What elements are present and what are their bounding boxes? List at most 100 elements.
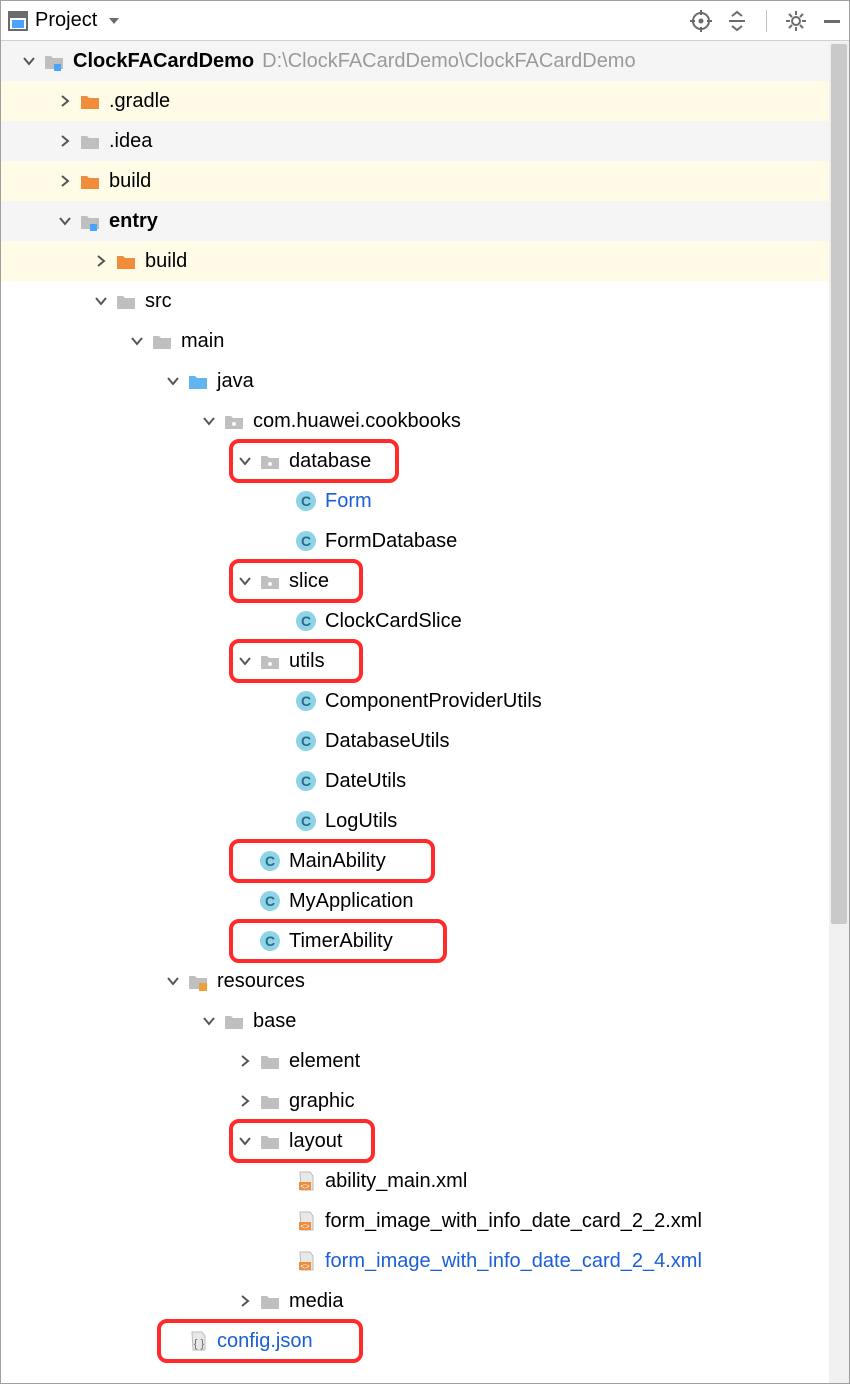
chevron-down-icon[interactable]: [235, 571, 255, 591]
scrollbar-track[interactable]: [829, 42, 849, 1383]
folder-orange-icon: [79, 90, 101, 112]
project-tree[interactable]: ClockFACardDemoD:\ClockFACardDemo\ClockF…: [1, 41, 849, 1383]
folder-grey-icon: [223, 1010, 245, 1032]
minimize-icon[interactable]: [821, 10, 843, 32]
chevron-down-icon[interactable]: [199, 411, 219, 431]
svg-text:C: C: [301, 693, 311, 709]
tree-row[interactable]: CLogUtils: [1, 801, 849, 841]
dropdown-chevron-icon[interactable]: [103, 10, 125, 32]
tree-row[interactable]: entry: [1, 201, 849, 241]
tree-row[interactable]: main: [1, 321, 849, 361]
tree-row[interactable]: CComponentProviderUtils: [1, 681, 849, 721]
tree-row[interactable]: CClockCardSlice: [1, 601, 849, 641]
tree-item-label: build: [109, 170, 151, 193]
chevron-down-icon[interactable]: [235, 651, 255, 671]
tree-item-label: ability_main.xml: [325, 1170, 467, 1193]
tree-row[interactable]: layout: [1, 1121, 849, 1161]
svg-text:<>: <>: [300, 1182, 310, 1191]
chevron-down-icon[interactable]: [127, 331, 147, 351]
tree-row[interactable]: CForm: [1, 481, 849, 521]
tree-row[interactable]: ClockFACardDemoD:\ClockFACardDemo\ClockF…: [1, 41, 849, 81]
project-icon: [7, 10, 29, 32]
chevron-right-icon[interactable]: [235, 1291, 255, 1311]
gear-icon[interactable]: [785, 10, 807, 32]
svg-text:C: C: [301, 613, 311, 629]
folder-grey-icon: [79, 130, 101, 152]
chevron-right-icon[interactable]: [55, 91, 75, 111]
chevron-down-icon[interactable]: [19, 51, 39, 71]
tree-row[interactable]: base: [1, 1001, 849, 1041]
tree-row[interactable]: resources: [1, 961, 849, 1001]
tree-row[interactable]: slice: [1, 561, 849, 601]
tree-row[interactable]: <>form_image_with_info_date_card_2_2.xml: [1, 1201, 849, 1241]
tree-item-label: form_image_with_info_date_card_2_4.xml: [325, 1250, 702, 1273]
project-panel: Project ClockFACardDemoD:\ClockFACardDem…: [0, 0, 850, 1384]
class-c-icon: C: [259, 890, 281, 912]
tree-row[interactable]: .idea: [1, 121, 849, 161]
chevron-down-icon[interactable]: [163, 371, 183, 391]
chevron-right-icon[interactable]: [235, 1051, 255, 1071]
tree-item-label: DatabaseUtils: [325, 730, 450, 753]
tree-row[interactable]: <> ability_main.xml: [1, 1161, 849, 1201]
panel-header-right: [690, 10, 843, 32]
chevron-right-icon[interactable]: [55, 171, 75, 191]
tree-row[interactable]: java: [1, 361, 849, 401]
tree-item-label: MainAbility: [289, 850, 386, 873]
folder-orange-icon: [79, 170, 101, 192]
tree-item-label: layout: [289, 1130, 342, 1153]
tree-item-label: slice: [289, 570, 329, 593]
chevron-down-icon[interactable]: [235, 1131, 255, 1151]
collapse-all-icon[interactable]: [726, 10, 748, 32]
tree-row[interactable]: src: [1, 281, 849, 321]
tree-row[interactable]: <> form_image_with_info_date_card_2_4.xml: [1, 1241, 849, 1281]
svg-text:C: C: [265, 853, 275, 869]
chevron-right-icon[interactable]: [235, 1091, 255, 1111]
tree-row[interactable]: CTimerAbility: [1, 921, 849, 961]
scrollbar-thumb[interactable]: [831, 44, 847, 924]
tree-row[interactable]: .gradle: [1, 81, 849, 121]
folder-res-icon: [187, 970, 209, 992]
panel-header-left: Project: [7, 9, 690, 32]
svg-text:C: C: [301, 493, 311, 509]
tree-row[interactable]: CMyApplication: [1, 881, 849, 921]
folder-grey-icon: [259, 1290, 281, 1312]
tree-item-label: graphic: [289, 1090, 355, 1113]
folder-orange-icon: [115, 250, 137, 272]
tree-item-label: java: [217, 370, 254, 393]
xml-file-icon: <>: [295, 1170, 317, 1192]
tree-row[interactable]: graphic: [1, 1081, 849, 1121]
module-blue-icon: [43, 50, 65, 72]
chevron-down-icon[interactable]: [163, 971, 183, 991]
tree-row[interactable]: com.huawei.cookbooks: [1, 401, 849, 441]
tree-row[interactable]: media: [1, 1281, 849, 1321]
chevron-right-icon[interactable]: [91, 251, 111, 271]
chevron-down-icon[interactable]: [91, 291, 111, 311]
tree-row[interactable]: utils: [1, 641, 849, 681]
tree-row[interactable]: CFormDatabase: [1, 521, 849, 561]
tree-row[interactable]: build: [1, 241, 849, 281]
tree-row[interactable]: C DatabaseUtils: [1, 721, 849, 761]
svg-text:C: C: [301, 733, 311, 749]
panel-title: Project: [35, 9, 97, 32]
tree-row[interactable]: C MainAbility: [1, 841, 849, 881]
chevron-down-icon[interactable]: [55, 211, 75, 231]
chevron-down-icon[interactable]: [235, 451, 255, 471]
svg-text:C: C: [301, 533, 311, 549]
tree-row[interactable]: CDateUtils: [1, 761, 849, 801]
tree-item-label: build: [145, 250, 187, 273]
separator: [766, 10, 767, 32]
chevron-right-icon[interactable]: [55, 131, 75, 151]
tree-item-label: src: [145, 290, 172, 313]
tree-item-label: resources: [217, 970, 305, 993]
folder-blue-icon: [187, 370, 209, 392]
tree-item-label: .gradle: [109, 90, 170, 113]
package-grey-icon: [223, 410, 245, 432]
tree-row[interactable]: database: [1, 441, 849, 481]
target-icon[interactable]: [690, 10, 712, 32]
tree-row[interactable]: element: [1, 1041, 849, 1081]
tree-row[interactable]: build: [1, 161, 849, 201]
svg-text:<>: <>: [300, 1262, 310, 1271]
chevron-down-icon[interactable]: [199, 1011, 219, 1031]
tree-row[interactable]: { }config.json: [1, 1321, 849, 1361]
tree-item-path: D:\ClockFACardDemo\ClockFACardDemo: [262, 50, 635, 73]
